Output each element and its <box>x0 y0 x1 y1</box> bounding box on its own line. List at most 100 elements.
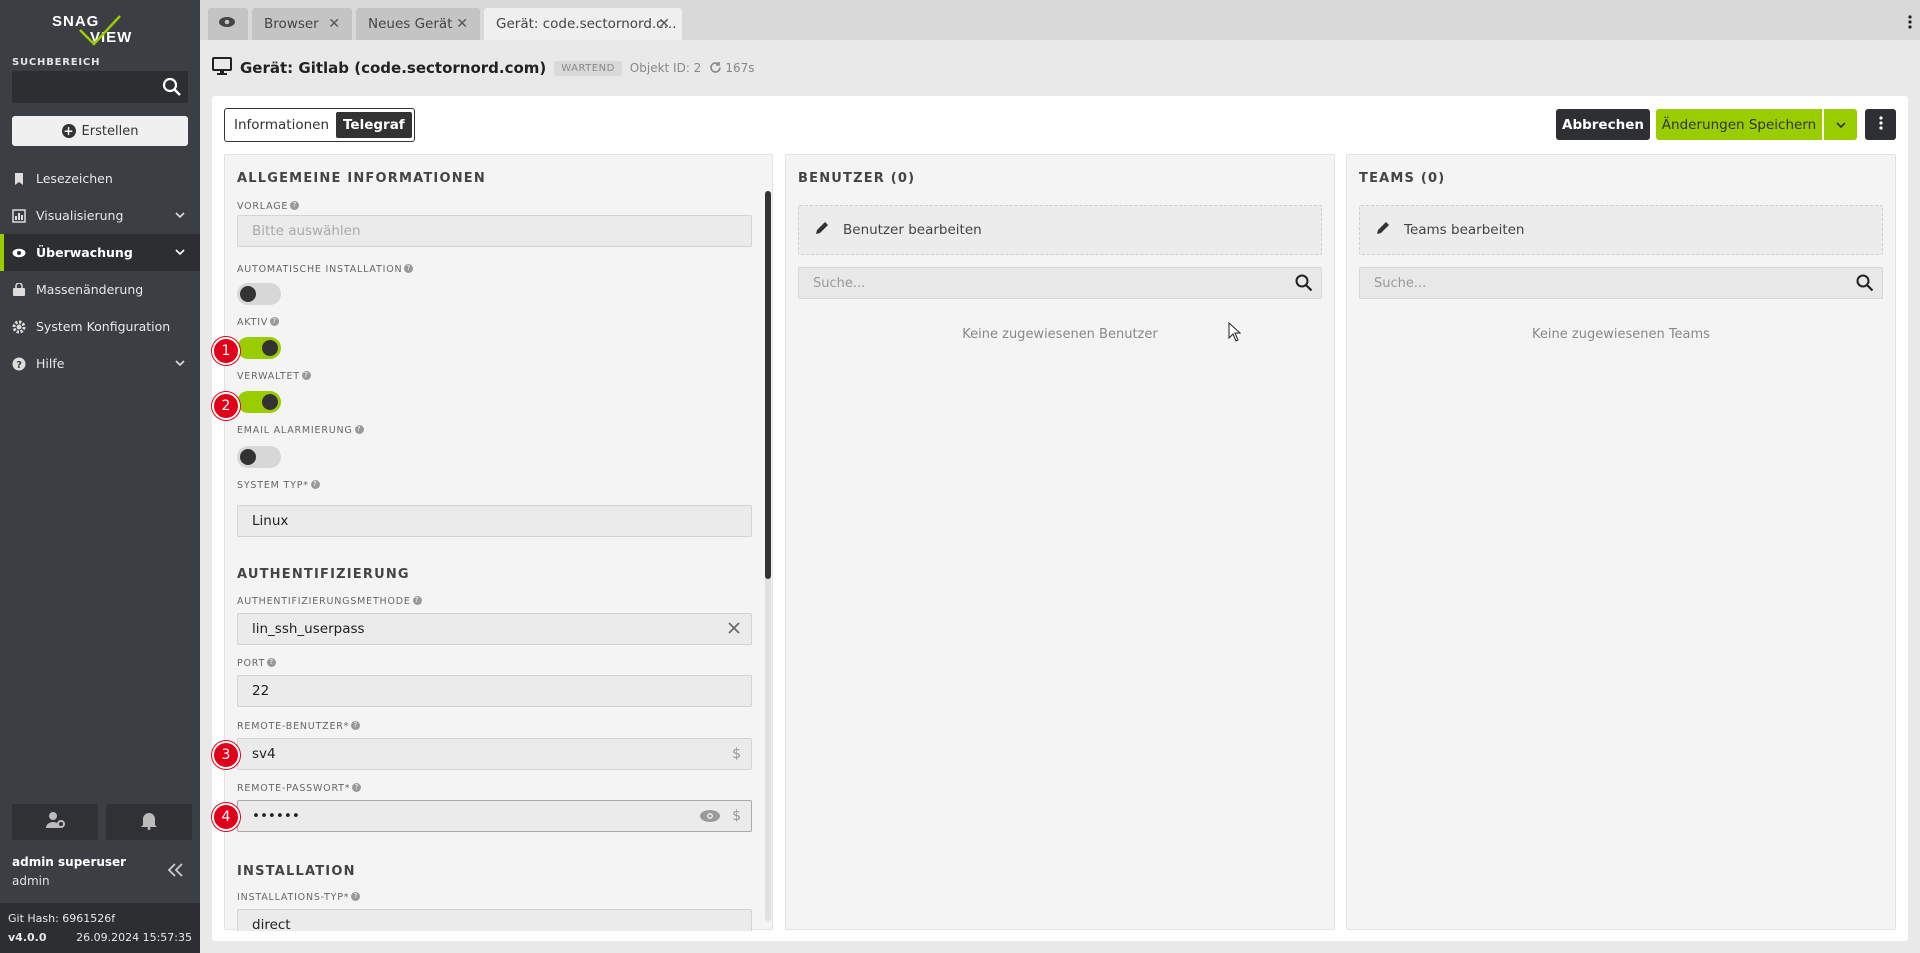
main-panel: Informationen Telegraf Abbrechen Änderun… <box>212 96 1908 941</box>
help-icon[interactable]: ? <box>351 721 361 730</box>
label-text: AUTOMATISCHE INSTALLATION <box>237 264 403 275</box>
label-text: PORT <box>237 658 266 669</box>
teams-search-input[interactable]: Suche... <box>1359 267 1883 299</box>
remote-pw-input[interactable]: •••••• $ <box>237 800 752 832</box>
help-icon[interactable]: ? <box>351 892 361 901</box>
toggle-knob <box>262 394 278 410</box>
save-dropdown-button[interactable] <box>1824 109 1857 140</box>
tab-label: Neues Gerät <box>368 16 453 32</box>
plus-circle-icon: + <box>61 124 76 138</box>
help-icon[interactable]: ? <box>412 596 422 605</box>
dollar-icon[interactable]: $ <box>732 808 741 824</box>
chevron-down-icon <box>174 246 186 261</box>
sidebar-item-label: Visualisierung <box>36 208 124 223</box>
help-icon[interactable]: ? <box>301 371 311 380</box>
install-type-select[interactable]: direct <box>237 909 752 931</box>
help-icon[interactable]: ? <box>270 317 280 326</box>
aktiv-toggle[interactable] <box>237 337 281 359</box>
verwaltet-toggle[interactable] <box>237 391 281 413</box>
edit-teams-label: Teams bearbeiten <box>1404 222 1525 238</box>
help-icon[interactable]: ? <box>310 480 320 489</box>
sidebar-item-mass-change[interactable]: Massenänderung <box>0 271 200 308</box>
close-icon[interactable]: ✕ <box>456 16 468 32</box>
search-icon[interactable] <box>1295 274 1313 296</box>
tab-browser[interactable]: Browser ✕ <box>252 8 352 40</box>
cancel-button[interactable]: Abbrechen <box>1556 109 1650 140</box>
snagview-logo[interactable]: SNAG VIEW <box>50 10 150 46</box>
refresh-timer: 167s <box>725 61 755 75</box>
dollar-icon[interactable]: $ <box>732 746 741 762</box>
collapse-sidebar-icon[interactable] <box>167 862 185 882</box>
port-label: PORT? <box>237 658 277 669</box>
create-button[interactable]: + Erstellen <box>12 116 188 146</box>
more-actions-button[interactable] <box>1865 109 1896 140</box>
bookmark-icon <box>12 172 26 186</box>
sidebar-item-monitoring[interactable]: Überwachung <box>0 234 200 271</box>
vorlage-select[interactable]: Bitte auswählen <box>237 215 752 247</box>
help-icon[interactable]: ? <box>290 201 300 210</box>
auto-install-toggle[interactable] <box>237 283 281 305</box>
section-auth: AUTHENTIFIZIERUNG <box>237 567 410 582</box>
sidebar-item-system-config[interactable]: System Konfiguration <box>0 308 200 345</box>
notifications-button[interactable] <box>106 804 192 840</box>
auth-method-select[interactable]: lin_ssh_userpass <box>237 613 752 645</box>
version: v4.0.0 <box>8 931 47 944</box>
users-card: BENUTZER (0) Benutzer bearbeiten Suche..… <box>785 154 1335 930</box>
sidebar-item-label: Hilfe <box>36 356 65 371</box>
tab-telegraf[interactable]: Telegraf <box>336 112 412 138</box>
search-icon[interactable] <box>1856 274 1874 296</box>
close-icon[interactable]: ✕ <box>328 16 340 32</box>
install-type-label: INSTALLATIONS-TYP*? <box>237 892 361 903</box>
logo-line1: SNAG <box>52 13 99 30</box>
help-icon[interactable]: ? <box>352 783 362 792</box>
sidebar-item-visualization[interactable]: Visualisierung <box>0 197 200 234</box>
chart-icon <box>12 208 26 223</box>
form-scroll-area[interactable]: ALLGEMEINE INFORMATIONEN VORLAGE? Bitte … <box>225 155 761 931</box>
user-name: admin superuser <box>12 855 127 869</box>
system-typ-select[interactable]: Linux <box>237 505 752 537</box>
label-text: VORLAGE <box>237 201 289 212</box>
tab-new-device[interactable]: Neues Gerät ✕ <box>356 8 480 40</box>
more-vertical-icon[interactable] <box>1908 14 1912 33</box>
toggle-knob <box>240 286 256 302</box>
edit-users-button[interactable]: Benutzer bearbeiten <box>798 205 1322 255</box>
tab-device-gitlab[interactable]: Gerät: code.sectornord.c... ✕ <box>484 8 682 40</box>
clear-icon[interactable] <box>727 621 741 639</box>
eye-icon <box>218 16 236 32</box>
monitor-icon <box>212 57 232 79</box>
sidebar-item-bookmarks[interactable]: Lesezeichen <box>0 160 200 197</box>
eye-icon[interactable] <box>699 808 721 828</box>
svg-text:?: ? <box>16 360 22 371</box>
create-button-label: Erstellen <box>81 123 139 139</box>
email-toggle[interactable] <box>237 446 281 468</box>
tab-watch[interactable] <box>208 8 248 40</box>
annotation-marker-1: 1 <box>212 337 240 365</box>
object-id: Objekt ID: 2 <box>629 61 702 75</box>
build-date: 26.09.2024 15:57:35 <box>76 931 192 944</box>
mouse-cursor-icon <box>1228 321 1242 346</box>
sidebar-nav: Lesezeichen Visualisierung Überwachung M… <box>0 160 200 382</box>
port-input[interactable]: 22 <box>237 675 752 707</box>
auto-install-label: AUTOMATISCHE INSTALLATION? <box>237 264 414 275</box>
user-role: admin <box>12 874 50 888</box>
tab-informationen[interactable]: Informationen <box>227 112 336 138</box>
help-icon[interactable]: ? <box>267 658 277 667</box>
help-icon[interactable]: ? <box>404 264 414 273</box>
remote-user-input[interactable]: sv4 $ <box>237 738 752 770</box>
users-search-input[interactable]: Suche... <box>798 267 1322 299</box>
refresh-icon[interactable] <box>709 59 722 78</box>
sidebar-item-help[interactable]: ? Hilfe <box>0 345 200 382</box>
aktiv-label: AKTIV? <box>237 317 280 328</box>
edit-teams-button[interactable]: Teams bearbeiten <box>1359 205 1883 255</box>
sidebar-search-input[interactable] <box>12 71 188 103</box>
close-icon[interactable]: ✕ <box>658 16 670 32</box>
annotation-marker-3: 3 <box>212 741 240 769</box>
auth-method-label: AUTHENTIFIZIERUNGSMETHODE? <box>237 596 422 607</box>
search-icon[interactable] <box>162 77 182 101</box>
user-settings-button[interactable] <box>12 804 98 840</box>
help-icon[interactable]: ? <box>354 425 364 434</box>
scrollbar-thumb[interactable] <box>765 191 771 579</box>
chevron-down-icon <box>174 357 186 372</box>
save-changes-button[interactable]: Änderungen Speichern <box>1656 109 1822 140</box>
status-badge: WARTEND <box>554 60 622 76</box>
